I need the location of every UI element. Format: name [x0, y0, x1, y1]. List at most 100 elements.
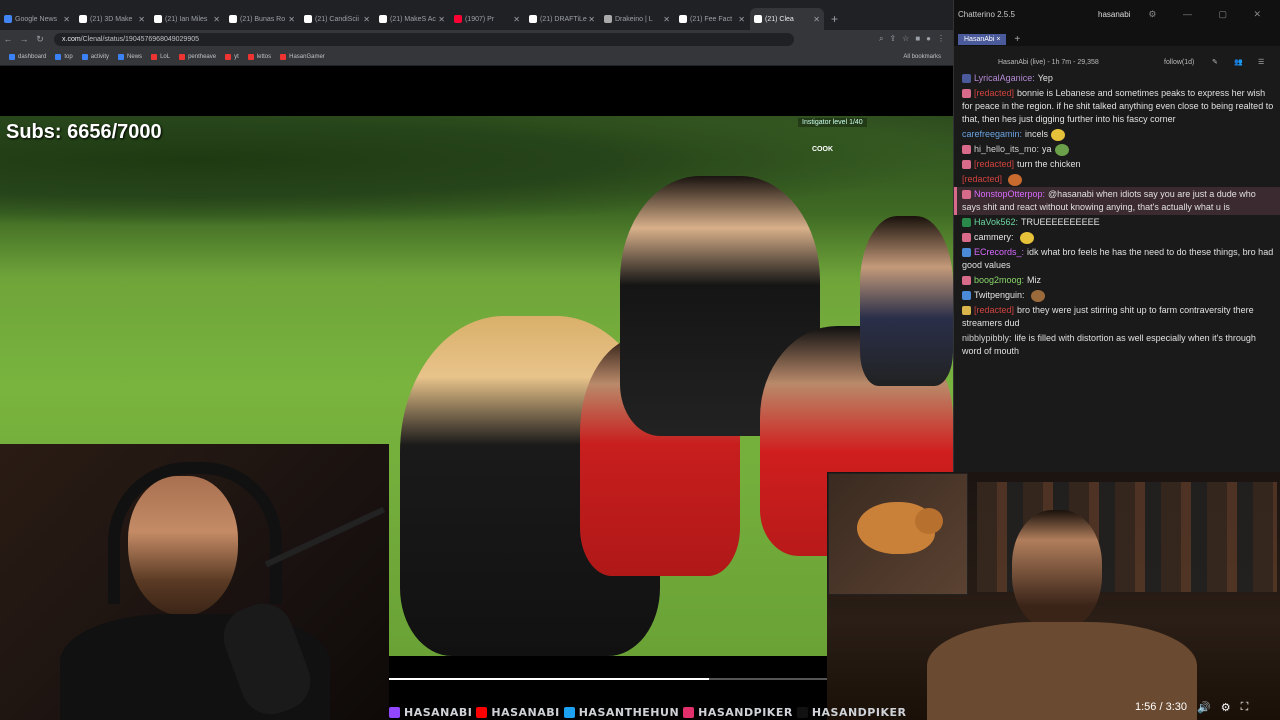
url-input[interactable]: x.com/Clenal/status/1904576968049029905 [54, 32, 794, 46]
bookmark-item[interactable]: lettos [247, 53, 271, 60]
chat-message[interactable]: ECrecords_: idk what bro feels he has the… [954, 245, 1280, 273]
chat-message[interactable]: [redacted] turn the chicken [954, 157, 1280, 172]
chat-username[interactable]: [redacted] [974, 305, 1014, 315]
zoom-icon[interactable]: ⌕ [879, 34, 883, 44]
chat-message-text: turn the chicken [1017, 159, 1081, 169]
tab-close-icon[interactable]: ✕ [663, 15, 670, 24]
browser-tab[interactable]: (1907) Pr ✕ [450, 8, 524, 30]
chat-username[interactable]: HaVok562: [974, 217, 1018, 227]
chatterino-window-controls[interactable]: ⚙ — ▢ ✕ [1148, 9, 1273, 20]
chat-username[interactable]: carefreegamin: [962, 129, 1022, 139]
browser-tab[interactable]: (21) Fee Fact ✕ [675, 8, 749, 30]
chat-message[interactable]: cammery: [954, 230, 1280, 245]
back-icon[interactable]: ← [0, 34, 16, 44]
bookmarks-bar: dashboard top activity News LoL pentheave yt le… [0, 48, 953, 66]
chat-tab-hasanabi[interactable]: HasanAbi × [958, 33, 1007, 45]
chat-message[interactable]: [redacted] bonnie is Lebanese and sometim… [954, 86, 1280, 127]
chat-menu-icon[interactable]: ☰ [1258, 58, 1264, 66]
chat-message[interactable]: [redacted] [954, 172, 1280, 187]
chat-message[interactable]: LyricalAganice: Yep [954, 71, 1280, 86]
chat-message-text: TRUEEEEEEEEEE [1021, 217, 1100, 227]
menu-icon[interactable]: ⋮ [937, 34, 945, 44]
volume-icon[interactable]: 🔊 [1197, 701, 1211, 714]
chat-message[interactable]: boog2moog: Miz [954, 273, 1280, 288]
browser-tab[interactable]: (21) MakeS Ac ✕ [375, 8, 449, 30]
url-host: x.com [62, 35, 81, 43]
bookmark-item[interactable]: pentheave [179, 53, 216, 60]
fullscreen-icon[interactable]: ⛶ [1241, 701, 1249, 714]
tab-close-icon[interactable]: ✕ [813, 15, 820, 24]
social-handle: HASANDPIKER [698, 705, 793, 719]
tab-close-icon[interactable]: ✕ [588, 15, 595, 24]
chat-badge-icon [962, 233, 971, 243]
share-icon[interactable]: ⇪ [889, 34, 896, 44]
chat-badge-icon [962, 160, 971, 170]
browser-tab[interactable]: (21) 3D Make ✕ [75, 8, 149, 30]
social-brand-icon [389, 706, 400, 718]
chat-username[interactable]: nibblypibbly: [962, 333, 1012, 343]
streamer-face [128, 476, 238, 616]
tab-close-icon[interactable]: ✕ [513, 15, 520, 24]
video-progress-track[interactable] [389, 678, 827, 680]
forward-icon[interactable]: → [16, 34, 32, 44]
social-brand-icon [796, 706, 808, 718]
chatterino-user[interactable]: hasanabi [1098, 10, 1130, 19]
bookmark-item[interactable]: HasanGamer [280, 53, 325, 60]
tab-close-icon[interactable]: ✕ [288, 15, 295, 24]
bookmark-item[interactable]: LoL [151, 53, 170, 60]
tab-close-icon[interactable]: ✕ [738, 15, 745, 24]
browser-tab[interactable]: (21) Ian Miles ✕ [150, 8, 224, 30]
chat-tab-add-icon[interactable]: + [1014, 34, 1020, 45]
chat-username[interactable]: cammery: [974, 232, 1014, 242]
bookmark-item[interactable]: News [118, 53, 142, 60]
bookmark-item[interactable]: activity [81, 53, 109, 60]
chat-message[interactable]: HaVok562: TRUEEEEEEEEEE [954, 215, 1280, 230]
chat-message[interactable]: NonstopOtterpop: @hasanabi when idiots sa… [954, 187, 1280, 215]
tab-close-icon[interactable]: ✕ [63, 15, 70, 24]
chat-tab-close-icon[interactable]: × [996, 36, 1000, 43]
extension-icon[interactable]: ■ [915, 34, 920, 44]
bookmark-item[interactable]: top [55, 53, 73, 60]
bookmark-item[interactable]: yt [225, 53, 239, 60]
new-tab-button[interactable]: + [825, 8, 844, 30]
chat-username[interactable]: LyricalAganice: [974, 73, 1035, 83]
chat-message-list[interactable]: LyricalAganice: Yep [redacted] bonnie is Le… [954, 71, 1280, 471]
chat-message[interactable]: Twitpenguin: [954, 288, 1280, 303]
bookmark-star-icon[interactable]: ☆ [902, 34, 909, 44]
profile-icon[interactable]: ● [926, 34, 931, 44]
chat-username[interactable]: Twitpenguin: [974, 290, 1025, 300]
all-bookmarks-button[interactable]: All bookmarks [903, 54, 941, 60]
chat-username[interactable]: [redacted] [974, 159, 1014, 169]
time-display: 1:56 / 3:30 [1135, 701, 1187, 713]
browser-tab-label: (21) CandiScii [315, 15, 359, 23]
chat-message[interactable]: carefreegamin: incels [954, 127, 1280, 142]
chat-username[interactable]: [redacted] [962, 174, 1002, 184]
social-brand-icon [476, 706, 488, 718]
tab-close-icon[interactable]: ✕ [438, 15, 445, 24]
tab-favicon-icon [529, 15, 537, 23]
browser-tab[interactable]: (21) Clea ✕ [750, 8, 824, 30]
chat-username[interactable]: NonstopOtterpop: [974, 189, 1045, 199]
chat-message[interactable]: [redacted] bro they were just stirring sh… [954, 303, 1280, 331]
browser-tab[interactable]: (21) CandiScii ✕ [300, 8, 374, 30]
tab-close-icon[interactable]: ✕ [213, 15, 220, 24]
chat-follow-status: follow(1d) [1164, 59, 1195, 66]
streamer-face-right [1012, 510, 1102, 630]
tab-close-icon[interactable]: ✕ [138, 15, 145, 24]
chat-message[interactable]: hi_hello_its_mo: ya [954, 142, 1280, 157]
browser-tab[interactable]: Drakeino | L ✕ [600, 8, 674, 30]
chat-users-icon[interactable]: 👥 [1234, 58, 1243, 66]
chat-settings-icon[interactable]: ✎ [1212, 58, 1218, 66]
chat-username[interactable]: [redacted] [974, 88, 1014, 98]
chat-username[interactable]: hi_hello_its_mo: [974, 144, 1039, 154]
tab-close-icon[interactable]: ✕ [363, 15, 370, 24]
bookmark-item[interactable]: dashboard [9, 53, 46, 60]
chat-username[interactable]: ECrecords_: [974, 247, 1024, 257]
browser-tab[interactable]: (21) Bunas Ro ✕ [225, 8, 299, 30]
chat-message[interactable]: nibblypibbly: life is filled with distort… [954, 331, 1280, 359]
browser-tab[interactable]: (21) DRAFTiLe ✕ [525, 8, 599, 30]
settings-icon[interactable]: ⚙ [1221, 701, 1231, 714]
browser-tab[interactable]: Google News ✕ [0, 8, 74, 30]
reload-icon[interactable]: ↻ [32, 34, 48, 45]
chat-username[interactable]: boog2moog: [974, 275, 1024, 285]
